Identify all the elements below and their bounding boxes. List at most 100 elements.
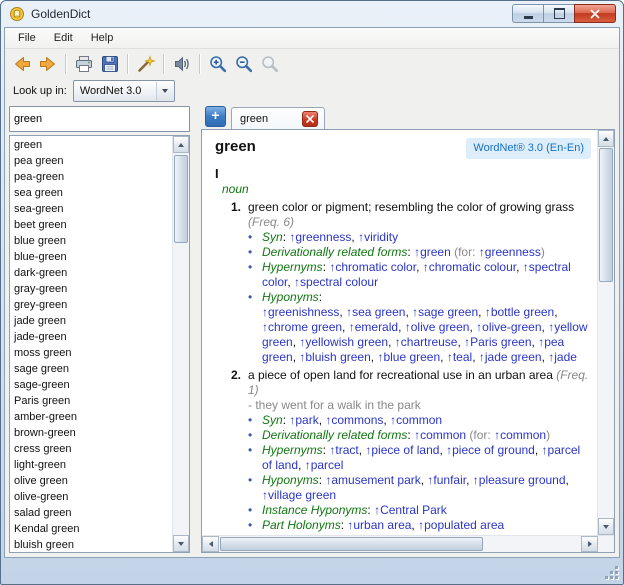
- tab-green[interactable]: green: [231, 107, 325, 129]
- word-link[interactable]: ↑bluish green: [299, 350, 370, 364]
- word-list-item[interactable]: bluish green: [10, 537, 172, 552]
- word-list-item[interactable]: sage-green: [10, 377, 172, 393]
- word-link[interactable]: ↑common: [414, 428, 466, 442]
- save-button[interactable]: [97, 51, 123, 77]
- article-scrollbar[interactable]: [597, 130, 614, 535]
- word-link[interactable]: ↑chromatic color: [329, 260, 416, 274]
- article-horizontal-scrollbar[interactable]: [202, 535, 614, 552]
- word-list-scrollbar[interactable]: [172, 136, 189, 552]
- search-input[interactable]: [9, 106, 190, 132]
- dictionary-group-select[interactable]: WordNet 3.0: [73, 80, 175, 102]
- scroll-down-button[interactable]: [598, 518, 614, 535]
- word-link[interactable]: ↑greenness: [289, 230, 351, 244]
- dictionary-badge[interactable]: WordNet® 3.0 (En-En): [466, 138, 591, 159]
- scroll-right-button[interactable]: [581, 536, 598, 552]
- word-list-item[interactable]: green: [10, 137, 172, 153]
- word-link[interactable]: ↑chartreuse: [395, 335, 458, 349]
- zoom-in-button[interactable]: [205, 51, 231, 77]
- print-button[interactable]: [71, 51, 97, 77]
- word-list-item[interactable]: sage green: [10, 361, 172, 377]
- word-list-item[interactable]: salad green: [10, 505, 172, 521]
- word-link[interactable]: ↑viridity: [358, 230, 398, 244]
- pronounce-button[interactable]: [169, 51, 195, 77]
- word-link[interactable]: ↑piece of ground: [446, 443, 535, 457]
- scrollbar-track[interactable]: [598, 147, 614, 518]
- menu-file[interactable]: File: [9, 30, 45, 46]
- scrollbar-thumb[interactable]: [599, 148, 613, 282]
- word-link[interactable]: ↑bottle green: [485, 305, 554, 319]
- combo-dropdown-button[interactable]: [156, 82, 173, 100]
- word-list-item[interactable]: light-green: [10, 457, 172, 473]
- scrollbar-track[interactable]: [219, 536, 581, 552]
- word-list-item[interactable]: blue-green: [10, 249, 172, 265]
- word-link[interactable]: ↑populated area: [418, 518, 504, 532]
- word-list-item[interactable]: jade green: [10, 313, 172, 329]
- word-link[interactable]: ↑amusement park: [325, 473, 420, 487]
- word-link[interactable]: ↑Paris green: [464, 335, 531, 349]
- close-button[interactable]: [574, 4, 616, 23]
- word-link[interactable]: ↑greenishness: [262, 305, 339, 319]
- word-link[interactable]: ↑chrome green: [262, 320, 342, 334]
- word-link[interactable]: ↑parcel: [305, 458, 344, 472]
- word-link[interactable]: ↑yellowish green: [299, 335, 388, 349]
- word-list-item[interactable]: grey-green: [10, 297, 172, 313]
- word-link[interactable]: ↑park: [289, 413, 318, 427]
- word-list-item[interactable]: olive green: [10, 473, 172, 489]
- word-link[interactable]: ↑sage green: [412, 305, 478, 319]
- word-link[interactable]: ↑greenness: [479, 245, 541, 259]
- word-link[interactable]: ↑common: [390, 413, 442, 427]
- zoom-reset-button[interactable]: [257, 51, 283, 77]
- word-list-item[interactable]: sea green: [10, 185, 172, 201]
- word-list-item[interactable]: blue green: [10, 233, 172, 249]
- word-link[interactable]: ↑chromatic colour: [423, 260, 516, 274]
- scroll-up-button[interactable]: [598, 130, 614, 147]
- word-link[interactable]: ↑pleasure ground: [473, 473, 566, 487]
- scroll-up-button[interactable]: [173, 136, 189, 153]
- word-link[interactable]: ↑Central Park: [374, 503, 447, 517]
- word-list-item[interactable]: jade-green: [10, 329, 172, 345]
- word-list-item[interactable]: dark-green: [10, 265, 172, 281]
- word-list-item[interactable]: moss green: [10, 345, 172, 361]
- word-list-item[interactable]: beet green: [10, 217, 172, 233]
- word-list-item[interactable]: olive-green: [10, 489, 172, 505]
- scrollbar-thumb[interactable]: [174, 155, 188, 243]
- back-button[interactable]: [9, 51, 35, 77]
- scan-popup-button[interactable]: [133, 51, 159, 77]
- word-link[interactable]: ↑jade: [548, 350, 577, 364]
- title-bar[interactable]: GoldenDict: [1, 1, 623, 27]
- scroll-left-button[interactable]: [202, 536, 219, 552]
- scrollbar-track[interactable]: [173, 153, 189, 535]
- word-link[interactable]: ↑funfair: [427, 473, 466, 487]
- word-list-item[interactable]: Paris green: [10, 393, 172, 409]
- word-list-item[interactable]: pea-green: [10, 169, 172, 185]
- tab-close-button[interactable]: [302, 111, 318, 127]
- word-list-item[interactable]: cress green: [10, 441, 172, 457]
- menu-edit[interactable]: Edit: [45, 30, 82, 46]
- word-link[interactable]: ↑piece of land: [365, 443, 439, 457]
- word-list-item[interactable]: pea green: [10, 153, 172, 169]
- word-link[interactable]: ↑emerald: [349, 320, 398, 334]
- word-link[interactable]: ↑sea green: [346, 305, 405, 319]
- word-link[interactable]: ↑common: [494, 428, 546, 442]
- word-list-item[interactable]: brown-green: [10, 425, 172, 441]
- menu-help[interactable]: Help: [82, 30, 123, 46]
- word-link[interactable]: ↑blue green: [377, 350, 440, 364]
- splitter[interactable]: [195, 106, 196, 553]
- word-link[interactable]: ↑tract: [329, 443, 358, 457]
- word-link[interactable]: ↑olive-green: [476, 320, 541, 334]
- minimize-button[interactable]: [512, 4, 543, 23]
- word-list-item[interactable]: amber-green: [10, 409, 172, 425]
- word-link[interactable]: ↑olive green: [405, 320, 470, 334]
- word-link[interactable]: ↑teal: [447, 350, 472, 364]
- word-link[interactable]: ↑village green: [262, 488, 336, 502]
- word-link[interactable]: ↑spectral colour: [294, 275, 378, 289]
- word-link[interactable]: ↑commons: [325, 413, 383, 427]
- word-link[interactable]: ↑urban area: [347, 518, 411, 532]
- word-link[interactable]: ↑green: [414, 245, 451, 259]
- scroll-down-button[interactable]: [173, 535, 189, 552]
- maximize-button[interactable]: [543, 4, 574, 23]
- word-list-item[interactable]: Kendal green: [10, 521, 172, 537]
- zoom-out-button[interactable]: [231, 51, 257, 77]
- forward-button[interactable]: [35, 51, 61, 77]
- word-link[interactable]: ↑jade green: [479, 350, 542, 364]
